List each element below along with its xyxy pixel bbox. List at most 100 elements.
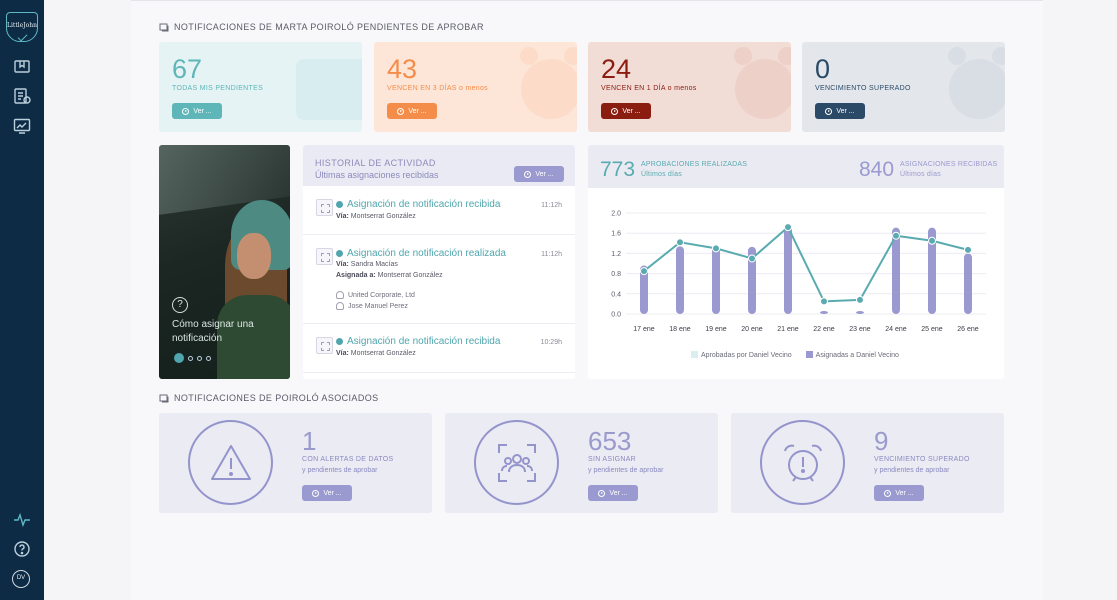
carousel-dots [174, 353, 211, 363]
activity-item-company: United Corporate, Ltd [336, 291, 415, 299]
section-title-pending-label: NOTIFICACIONES DE MARTA POIROLÓ PENDIENT… [174, 22, 484, 32]
sidebar-activity-icon[interactable] [13, 511, 31, 529]
avatar[interactable]: DV [12, 570, 30, 588]
activity-item-time: 10:29h [540, 339, 562, 346]
status-dot-icon [336, 250, 343, 257]
stat-label: TODAS MIS PENDIENTES [172, 85, 264, 92]
button-label: Ver ... [836, 107, 855, 115]
carousel-dot-active[interactable] [174, 353, 184, 363]
x-tick-label: 19 ene [705, 326, 727, 333]
activity-item-title[interactable]: Asignación de notificación recibida [336, 336, 500, 347]
help-icon: ? [172, 297, 188, 313]
card-label: SIN ASIGNAR [588, 456, 637, 463]
y-tick-label: 0.4 [611, 291, 621, 298]
see-due-1-day-button[interactable]: Ver ... [601, 103, 651, 119]
sidebar-help-icon[interactable] [13, 540, 31, 558]
notification-icon [316, 248, 333, 265]
button-label: Ver ... [323, 489, 342, 497]
activity-subtitle: Últimas asignaciones recibidas [315, 170, 439, 180]
logo[interactable]: LittleJohn [6, 12, 38, 42]
see-due-3-days-button[interactable]: Ver ... [387, 103, 437, 119]
stat-card-due-1-day: 24 VENCEN EN 1 DÍA o menos Ver ... [588, 42, 791, 132]
stat-card-all-pending: 67 TODAS MIS PENDIENTES Ver ... [159, 42, 362, 132]
section-title-pending: NOTIFICACIONES DE MARTA POIROLÓ PENDIENT… [159, 22, 484, 32]
kpi-assignments-period: Últimos días [900, 171, 941, 178]
stat-label: VENCEN EN 1 DÍA o menos [601, 85, 697, 92]
chart-legend: Aprobadas por Daniel Vecino Asignadas a … [691, 351, 899, 359]
line-point [712, 244, 720, 253]
activity-item[interactable]: Asignación de notificación recibida 11:1… [303, 186, 575, 235]
line-point [748, 254, 756, 263]
legend-approved[interactable]: Aprobadas por Daniel Vecino [691, 351, 792, 359]
chart-panel: 773 APROBACIONES REALIZADAS Últimos días … [588, 145, 1004, 379]
play-circle-icon [598, 489, 606, 497]
status-dot-icon [336, 201, 343, 208]
carousel-dot[interactable] [188, 355, 193, 361]
see-unassigned-button[interactable]: Ver ... [588, 485, 638, 501]
card-label: CON ALERTAS DE DATOS [302, 456, 394, 463]
activity-item-title[interactable]: Asignación de notificación recibida [336, 199, 500, 210]
stat-label: VENCEN EN 3 DÍAS o menos [387, 85, 488, 92]
section-title-associates: NOTIFICACIONES DE POIROLÓ ASOCIADOS [159, 393, 379, 403]
card-data-alerts: 1 CON ALERTAS DE DATOS y pendientes de a… [159, 413, 432, 513]
activity-item-via: Vía: Montserrat González [336, 213, 416, 220]
y-tick-label: 1.6 [611, 231, 621, 238]
y-tick-label: 1.2 [611, 251, 621, 258]
see-all-pending-button[interactable]: Ver ... [172, 103, 222, 119]
tutorial-card[interactable]: ? Cómo asignar una notificación [159, 145, 290, 379]
activity-item[interactable]: Asignación de notificación realizada 11:… [303, 235, 575, 324]
y-tick-label: 2.0 [611, 211, 621, 218]
button-label: Ver ... [895, 489, 914, 497]
warning-icon [211, 445, 251, 480]
alarm-clock-icon [784, 444, 822, 482]
status-dot-icon [336, 338, 343, 345]
see-activity-button[interactable]: Ver ... [514, 166, 564, 182]
button-label: Ver ... [535, 170, 554, 178]
card-unassigned: 653 SIN ASIGNAR y pendientes de aprobar … [445, 413, 718, 513]
carousel-dot[interactable] [206, 355, 211, 361]
line-point [892, 231, 900, 240]
bar [712, 245, 720, 314]
see-overdue-associates-button[interactable]: Ver ... [874, 485, 924, 501]
kpi-approvals: 773 APROBACIONES REALIZADAS Últimos días [600, 158, 747, 182]
activity-header: HISTORIAL DE ACTIVIDAD Últimas asignacio… [303, 145, 575, 186]
activity-item-time: 11:12h [541, 251, 562, 258]
sidebar-documents-icon[interactable] [13, 87, 31, 105]
x-tick-label: 17 ene [633, 326, 655, 333]
card-overdue: 9 VENCIMIENTO SUPERADO y pendientes de a… [731, 413, 1004, 513]
play-circle-icon [611, 107, 619, 115]
stat-label: VENCIMIENTO SUPERADO [815, 85, 911, 92]
card-sublabel: y pendientes de aprobar [874, 467, 950, 474]
group-icon [498, 444, 536, 482]
play-circle-icon [524, 170, 532, 178]
folder-icon [159, 394, 169, 403]
line-point [784, 223, 792, 232]
activity-item-assigned: Asignada a: Montserrat González [336, 272, 443, 279]
activity-item-time: 11:12h [541, 202, 562, 209]
chart-header: 773 APROBACIONES REALIZADAS Últimos días … [588, 145, 1004, 188]
activity-item-title[interactable]: Asignación de notificación realizada [336, 248, 506, 259]
line-point [964, 245, 972, 254]
card-sublabel: y pendientes de aprobar [588, 467, 664, 474]
kpi-assignments: 840 ASIGNACIONES RECIBIDAS Últimos días [859, 158, 997, 182]
section-title-associates-label: NOTIFICACIONES DE POIROLÓ ASOCIADOS [174, 393, 379, 403]
see-data-alerts-button[interactable]: Ver ... [302, 485, 352, 501]
sidebar-analytics-icon[interactable] [13, 117, 31, 135]
legend-assigned[interactable]: Asignadas a Daniel Vecino [805, 351, 899, 359]
carousel-dot[interactable] [197, 355, 202, 361]
kpi-assignments-label: ASIGNACIONES RECIBIDAS [900, 161, 998, 168]
alarm-clock-icon [734, 47, 791, 119]
kpi-approvals-period: Últimos días [641, 171, 682, 178]
card-value: 9 [874, 426, 889, 456]
activity-item[interactable]: Asignación de notificación recibida 10:2… [303, 324, 575, 373]
sidebar-notifications-icon[interactable] [13, 58, 31, 76]
bar [856, 311, 864, 314]
stat-card-overdue: 0 VENCIMIENTO SUPERADO Ver ... [802, 42, 1005, 132]
see-overdue-button[interactable]: Ver ... [815, 103, 865, 119]
kpi-assignments-value: 840 [859, 158, 895, 181]
card-value: 1 [302, 426, 317, 456]
play-circle-icon [312, 489, 320, 497]
card-sublabel: y pendientes de aprobar [302, 467, 378, 474]
x-tick-label: 20 ene [741, 326, 763, 333]
activity-item-person: Jose Manuel Perez [336, 302, 408, 310]
